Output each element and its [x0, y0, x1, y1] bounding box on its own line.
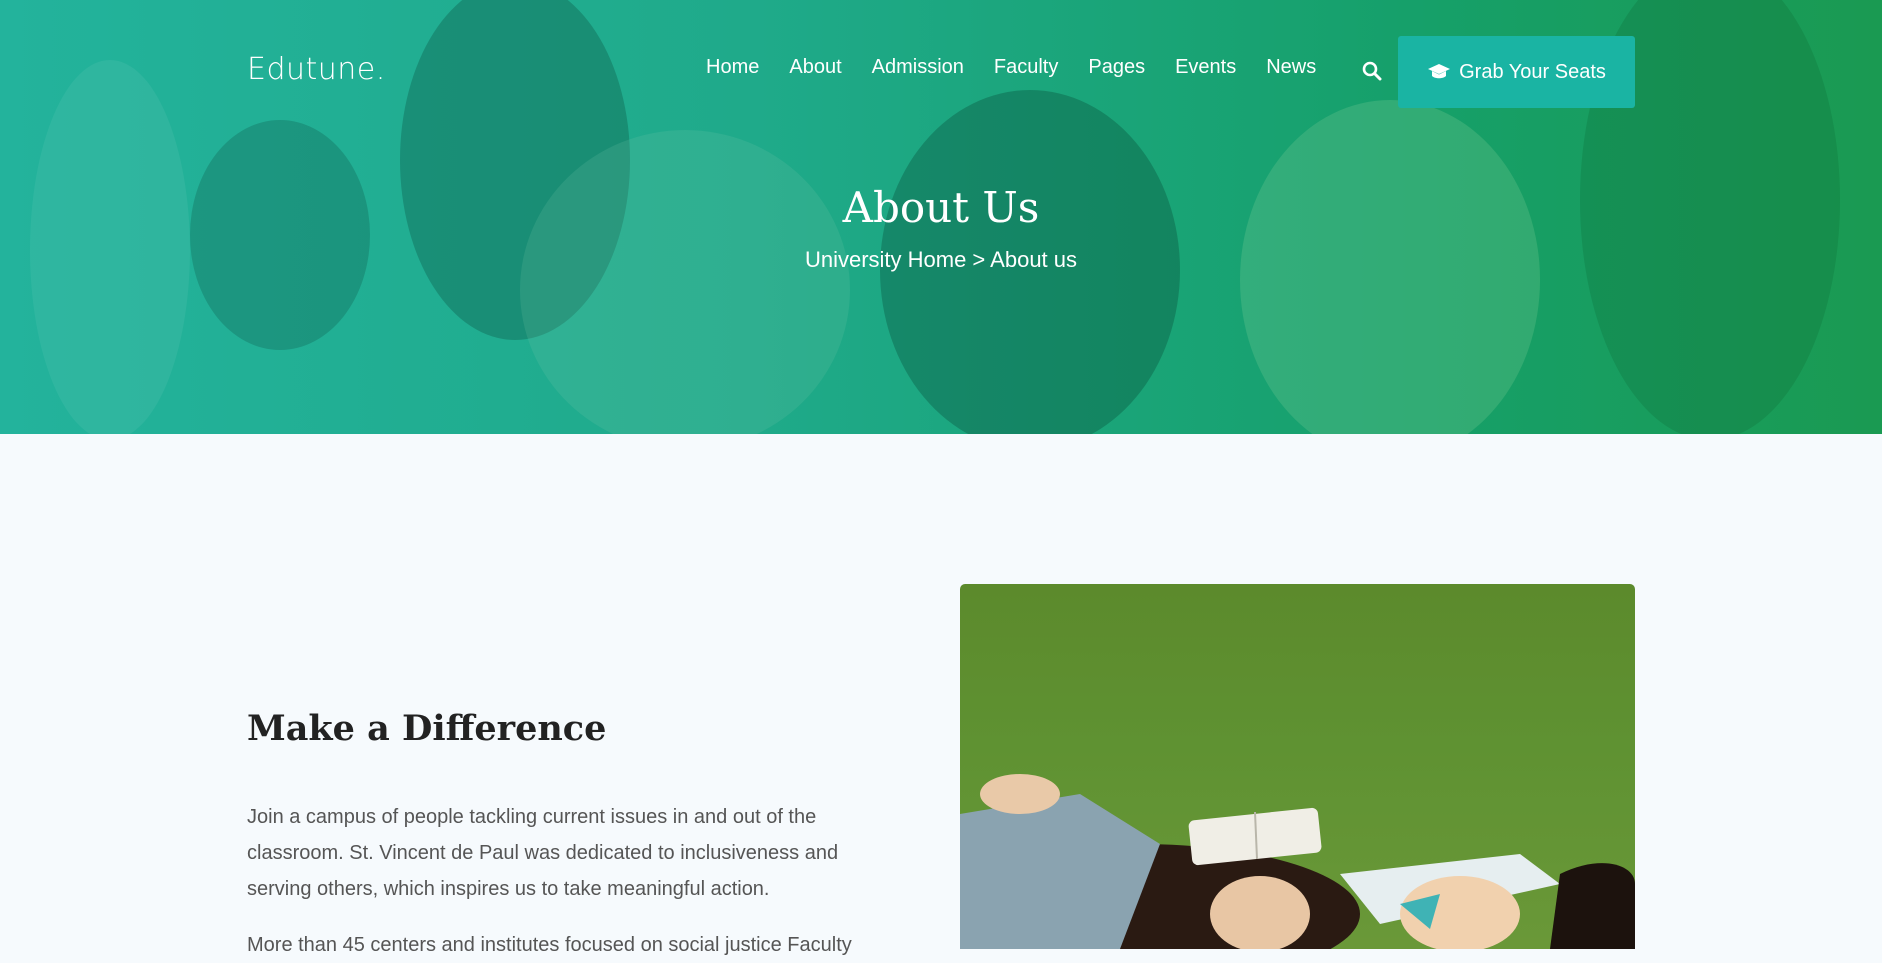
nav-item-pages[interactable]: Pages	[1088, 56, 1145, 79]
nav-item-about[interactable]: About	[789, 56, 841, 79]
nav-item-home[interactable]: Home	[706, 56, 759, 79]
search-icon[interactable]	[1362, 61, 1382, 81]
hero-banner: Edutune. Home About Admission Faculty Pa…	[0, 0, 1882, 434]
photo-illustration	[960, 774, 1635, 949]
grab-your-seats-button[interactable]: Grab Your Seats	[1398, 36, 1635, 108]
about-paragraph: Join a campus of people tackling current…	[247, 806, 839, 900]
about-paragraph: More than 45 centers and institutes focu…	[247, 934, 852, 956]
section-title: Make a Difference	[247, 708, 607, 749]
main-nav: Home About Admission Faculty Pages Event…	[706, 56, 1346, 79]
site-logo[interactable]: Edutune.	[247, 52, 386, 87]
students-on-grass-photo	[960, 584, 1635, 949]
page-title: About Us	[842, 183, 1040, 232]
hero-photo-shape	[190, 120, 370, 350]
nav-item-news[interactable]: News	[1266, 56, 1316, 79]
graduation-cap-icon	[1428, 64, 1451, 79]
cta-label: Grab Your Seats	[1459, 60, 1606, 83]
nav-item-faculty[interactable]: Faculty	[994, 56, 1058, 79]
breadcrumb: University Home > About us	[804, 247, 1078, 272]
hero-photo-shape	[520, 130, 850, 434]
nav-item-events[interactable]: Events	[1175, 56, 1236, 79]
nav-item-admission[interactable]: Admission	[872, 56, 964, 79]
